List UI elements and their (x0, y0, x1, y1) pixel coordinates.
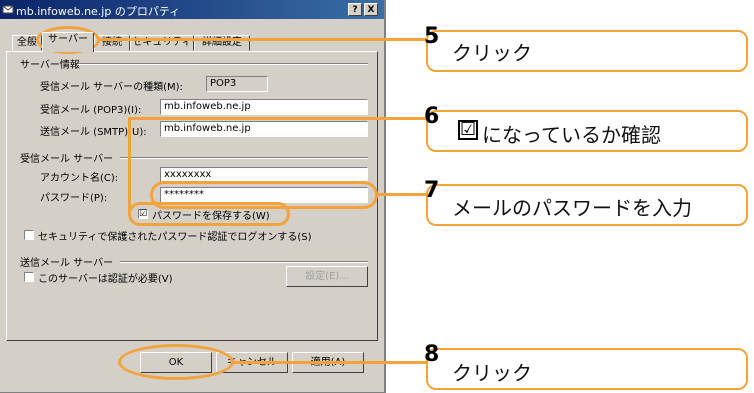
account-name-label: アカウント名(C): (40, 173, 119, 184)
outgoing-server-input[interactable]: mb.infoweb.ne.jp (160, 121, 368, 137)
close-button[interactable]: X (364, 3, 378, 16)
settings-button[interactable]: 設定(E)... (286, 266, 368, 287)
step-5-badge: 5 (424, 24, 440, 49)
tab-server[interactable]: サーバー (42, 32, 94, 52)
leader-line-6 (128, 117, 428, 120)
leader-line-7 (376, 193, 428, 196)
password-label: パスワード(P): (40, 193, 108, 204)
spa-checkbox[interactable] (24, 230, 34, 240)
leader-line-6-vertical (128, 117, 131, 214)
incoming-type-label: 受信メール サーバーの種類(M): (40, 82, 183, 93)
callout-8-text: クリック (452, 361, 532, 385)
mail-account-icon (2, 5, 14, 14)
leader-line-8 (232, 361, 428, 364)
group-divider (120, 157, 368, 159)
highlight-ok-button (118, 344, 234, 380)
leader-line-5 (98, 38, 428, 41)
spa-label: セキュリティで保護されたパスワード認証でログオンする(S) (38, 232, 312, 243)
auth-required-label: このサーバーは認証が必要(V) (38, 274, 173, 285)
incoming-server-group: 受信メール サーバー (20, 154, 114, 165)
checkmark-icon: ☑ (458, 119, 478, 140)
outgoing-server-group: 送信メール サーバー (20, 258, 114, 269)
incoming-server-label: 受信メール (POP3)(I): (40, 105, 142, 116)
window-title: mb.infoweb.ne.jp のプロパティ (16, 5, 181, 18)
help-button[interactable]: ? (348, 3, 362, 16)
title-bar: mb.infoweb.ne.jp のプロパティ ? X (0, 0, 384, 19)
highlight-password-field (150, 181, 378, 209)
group-divider (78, 63, 368, 65)
step-6-badge: 6 (424, 104, 440, 129)
server-info-group: サーバー情報 (20, 60, 80, 71)
callout-6-text: になっているか確認 (482, 123, 661, 147)
incoming-server-input[interactable]: mb.infoweb.ne.jp (160, 99, 368, 115)
auth-required-checkbox[interactable] (24, 272, 34, 282)
step-8-badge: 8 (424, 342, 440, 367)
callout-7-text: メールのパスワードを入力 (452, 196, 692, 220)
incoming-type-value: POP3 (206, 76, 268, 92)
callout-5-text: クリック (452, 41, 532, 65)
step-7-badge: 7 (424, 178, 440, 203)
group-divider (120, 261, 368, 263)
